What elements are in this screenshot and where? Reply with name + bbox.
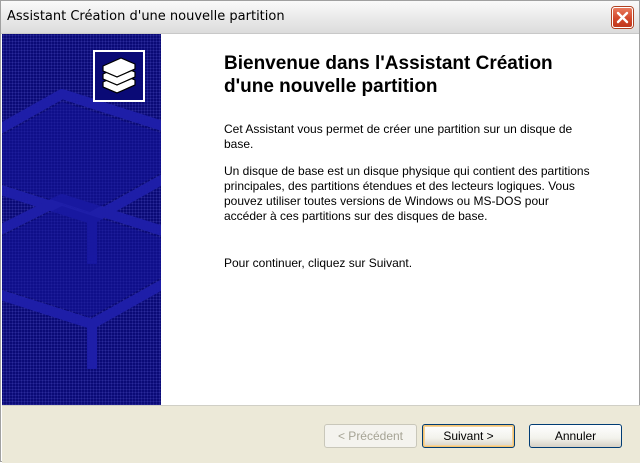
cancel-button[interactable]: Annuler: [529, 424, 622, 448]
title-bar[interactable]: Assistant Création d'une nouvelle partit…: [1, 1, 639, 34]
close-button[interactable]: [612, 7, 633, 28]
description-paragraph: Un disque de base est un disque physique…: [224, 164, 590, 223]
next-button[interactable]: Suivant >: [422, 424, 515, 448]
stacked-disks-icon: [93, 50, 145, 102]
intro-paragraph: Cet Assistant vous permet de créer une p…: [224, 122, 573, 151]
button-bar: < Précédent Suivant > Annuler: [2, 405, 640, 463]
wizard-window: Assistant Création d'une nouvelle partit…: [0, 0, 640, 463]
window-title: Assistant Création d'une nouvelle partit…: [7, 9, 285, 24]
continue-paragraph: Pour continuer, cliquez sur Suivant.: [224, 256, 413, 270]
wizard-content: Bienvenue dans l'Assistant Création d'un…: [161, 34, 639, 405]
wizard-side-banner: [2, 34, 161, 405]
page-title: Bienvenue dans l'Assistant Création d'un…: [224, 53, 553, 97]
back-button[interactable]: < Précédent: [324, 424, 417, 448]
